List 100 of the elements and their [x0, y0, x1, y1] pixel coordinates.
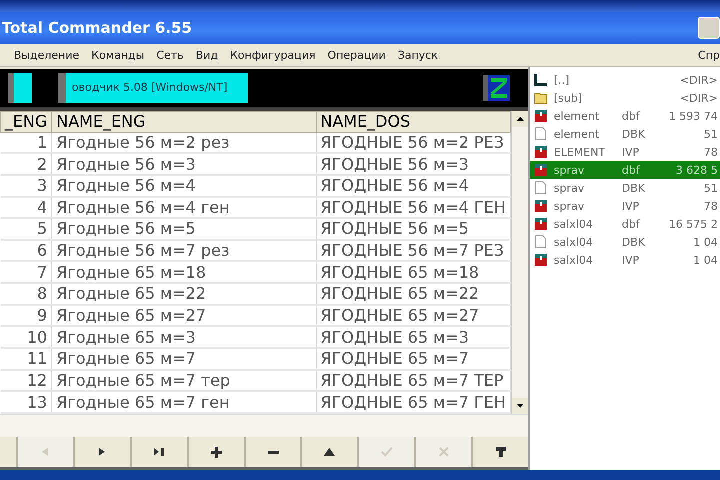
table-cell: Ягодные 56 м=7 рез [52, 240, 316, 262]
table-cell: Ягодные 56 м=5 [52, 218, 316, 240]
table-cell: Ягодные 56 м=2 рез [52, 132, 316, 154]
table-cell: Ягодные 65 м=7 тер [52, 370, 316, 392]
table-file-icon [534, 145, 548, 159]
menu-item[interactable]: Вид [196, 48, 218, 62]
file-row[interactable]: sprav DBK 51 [530, 179, 720, 197]
table-cell: ЯГОДНЫЕ 65 м=18 [316, 261, 510, 284]
table-file-icon [534, 163, 548, 177]
table-cell: 9 [0, 304, 52, 326]
toolbar-handle[interactable] [8, 73, 32, 103]
file-name: salxl04 [554, 236, 594, 248]
viewer-caption: оводчик 5.08 [Windows/NT] [58, 73, 248, 103]
file-extension: IVP [622, 200, 640, 212]
column-header[interactable]: NAME_ENG [52, 112, 316, 132]
file-name: [sub] [554, 92, 584, 104]
table-cell: ЯГОДНЫЕ 65 м=3 [316, 326, 510, 348]
table-cell: Ягодные 65 м=7 [52, 348, 316, 370]
table-cell: ЯГОДНЫЕ 65 м=7 ТЕР [316, 370, 510, 392]
file-row[interactable]: ELEMENT IVP 78 [530, 143, 720, 161]
file-row[interactable]: sprav IVP 78 [530, 197, 720, 215]
menu-item[interactable]: Команды [92, 48, 145, 62]
file-name: sprav [554, 164, 586, 176]
table-cell: ЯГОДНЫЕ 56 м=2 РЕЗ [316, 132, 510, 154]
table-cell: ЯГОДНЫЕ 56 м=7 РЕЗ [316, 240, 510, 262]
table-cell: 8 [0, 283, 52, 305]
document-icon [534, 181, 548, 195]
file-row[interactable]: salxl04 dbf 16 575 2 [530, 215, 720, 233]
file-size: 16 575 2 [668, 218, 719, 230]
file-extension: DBK [622, 182, 646, 194]
document-icon [534, 127, 548, 141]
table-cell: Ягодные 65 м=18 [52, 261, 316, 284]
minus-icon [268, 450, 278, 454]
file-size: 1 04 [692, 236, 719, 248]
table-cell: ЯГОДНЫЕ 56 м=4 [316, 174, 510, 197]
triangle-up-icon [324, 448, 336, 456]
menu-item[interactable]: Запуск [398, 48, 438, 62]
scroll-up-icon[interactable] [516, 117, 524, 121]
file-size: 3 628 5 [675, 164, 719, 176]
plus-icon [210, 446, 222, 458]
table-cell: 3 [0, 174, 52, 197]
menu-item[interactable]: Спр [698, 48, 720, 62]
up-folder-icon [534, 73, 548, 87]
file-row[interactable]: element DBK 51 [530, 125, 720, 143]
file-size: 78 [703, 200, 719, 212]
play-left-icon [42, 448, 48, 456]
table-cell: 5 [0, 218, 52, 240]
table-file-icon [534, 217, 548, 231]
table-cell: Ягодные 65 м=22 [52, 283, 316, 305]
file-row[interactable]: [sub] <DIR> [530, 89, 720, 107]
file-row[interactable]: salxl04 DBK 1 04 [530, 233, 720, 251]
scroll-down-icon[interactable] [516, 404, 524, 408]
horizontal-scrollbar[interactable] [0, 414, 528, 437]
file-extension: dbf [622, 164, 642, 176]
menu-item[interactable]: Выделение [14, 48, 80, 62]
table-cell: 6 [0, 240, 52, 262]
vertical-scrollbar[interactable] [511, 111, 528, 414]
table-file-icon [534, 253, 548, 267]
file-size: <DIR> [679, 74, 719, 86]
file-extension: IVP [622, 254, 640, 266]
window-title: Total Commander 6.55 [1, 19, 192, 37]
file-row[interactable]: element dbf 1 593 74 [530, 107, 720, 125]
table-cell: Ягодные 56 м=4 [52, 174, 316, 197]
file-row[interactable]: [..] <DIR> [530, 71, 720, 89]
file-extension: IVP [622, 146, 640, 158]
menu-item[interactable]: Операции [328, 48, 386, 62]
file-size: 1 593 74 [668, 110, 719, 122]
file-size: 51 [703, 128, 719, 140]
table-cell: ЯГОДНЫЕ 65 м=22 [316, 283, 510, 305]
table-cell: ЯГОДНЫЕ 65 м=27 [316, 304, 510, 326]
table-cell: ЯГОДНЫЕ 56 м=5 [316, 218, 510, 240]
file-name: salxl04 [554, 254, 594, 266]
column-header[interactable]: NAME_DOS [316, 112, 510, 132]
z-icon[interactable] [483, 75, 510, 101]
file-extension: DBK [622, 128, 646, 140]
menu-item[interactable]: Конфигурация [230, 48, 316, 62]
play-icon [99, 448, 106, 456]
table-file-icon [534, 109, 548, 123]
checkmark-icon [380, 447, 393, 457]
file-name: salxl04 [554, 218, 594, 230]
file-name: sprav [554, 200, 586, 212]
table-cell: Ягодные 65 м=3 [52, 326, 316, 348]
file-row[interactable]: sprav dbf 3 628 5 [530, 161, 720, 179]
column-header[interactable]: _ENG [0, 112, 52, 132]
table-cell: 11 [0, 348, 52, 370]
table-cell: ЯГОДНЫЕ 56 м=3 [316, 153, 510, 175]
file-row[interactable]: salxl04 IVP 1 04 [530, 251, 720, 269]
table-cell: Ягодные 56 м=4 ген [52, 196, 316, 218]
file-name: element [554, 110, 600, 122]
file-name: sprav [554, 182, 586, 194]
table-cell: Ягодные 56 м=3 [52, 153, 316, 175]
file-size: 51 [703, 182, 719, 194]
table-cell: 4 [0, 196, 52, 218]
file-name: [..] [554, 74, 571, 86]
table-cell: 1 [0, 132, 52, 154]
table-cell: ЯГОДНЫЕ 56 м=4 ГЕН [316, 196, 510, 218]
table-cell: 2 [0, 153, 52, 175]
file-extension: dbf [622, 218, 642, 230]
menu-item[interactable]: Сеть [156, 48, 184, 62]
table-cell: Ягодные 65 м=27 [52, 304, 316, 326]
